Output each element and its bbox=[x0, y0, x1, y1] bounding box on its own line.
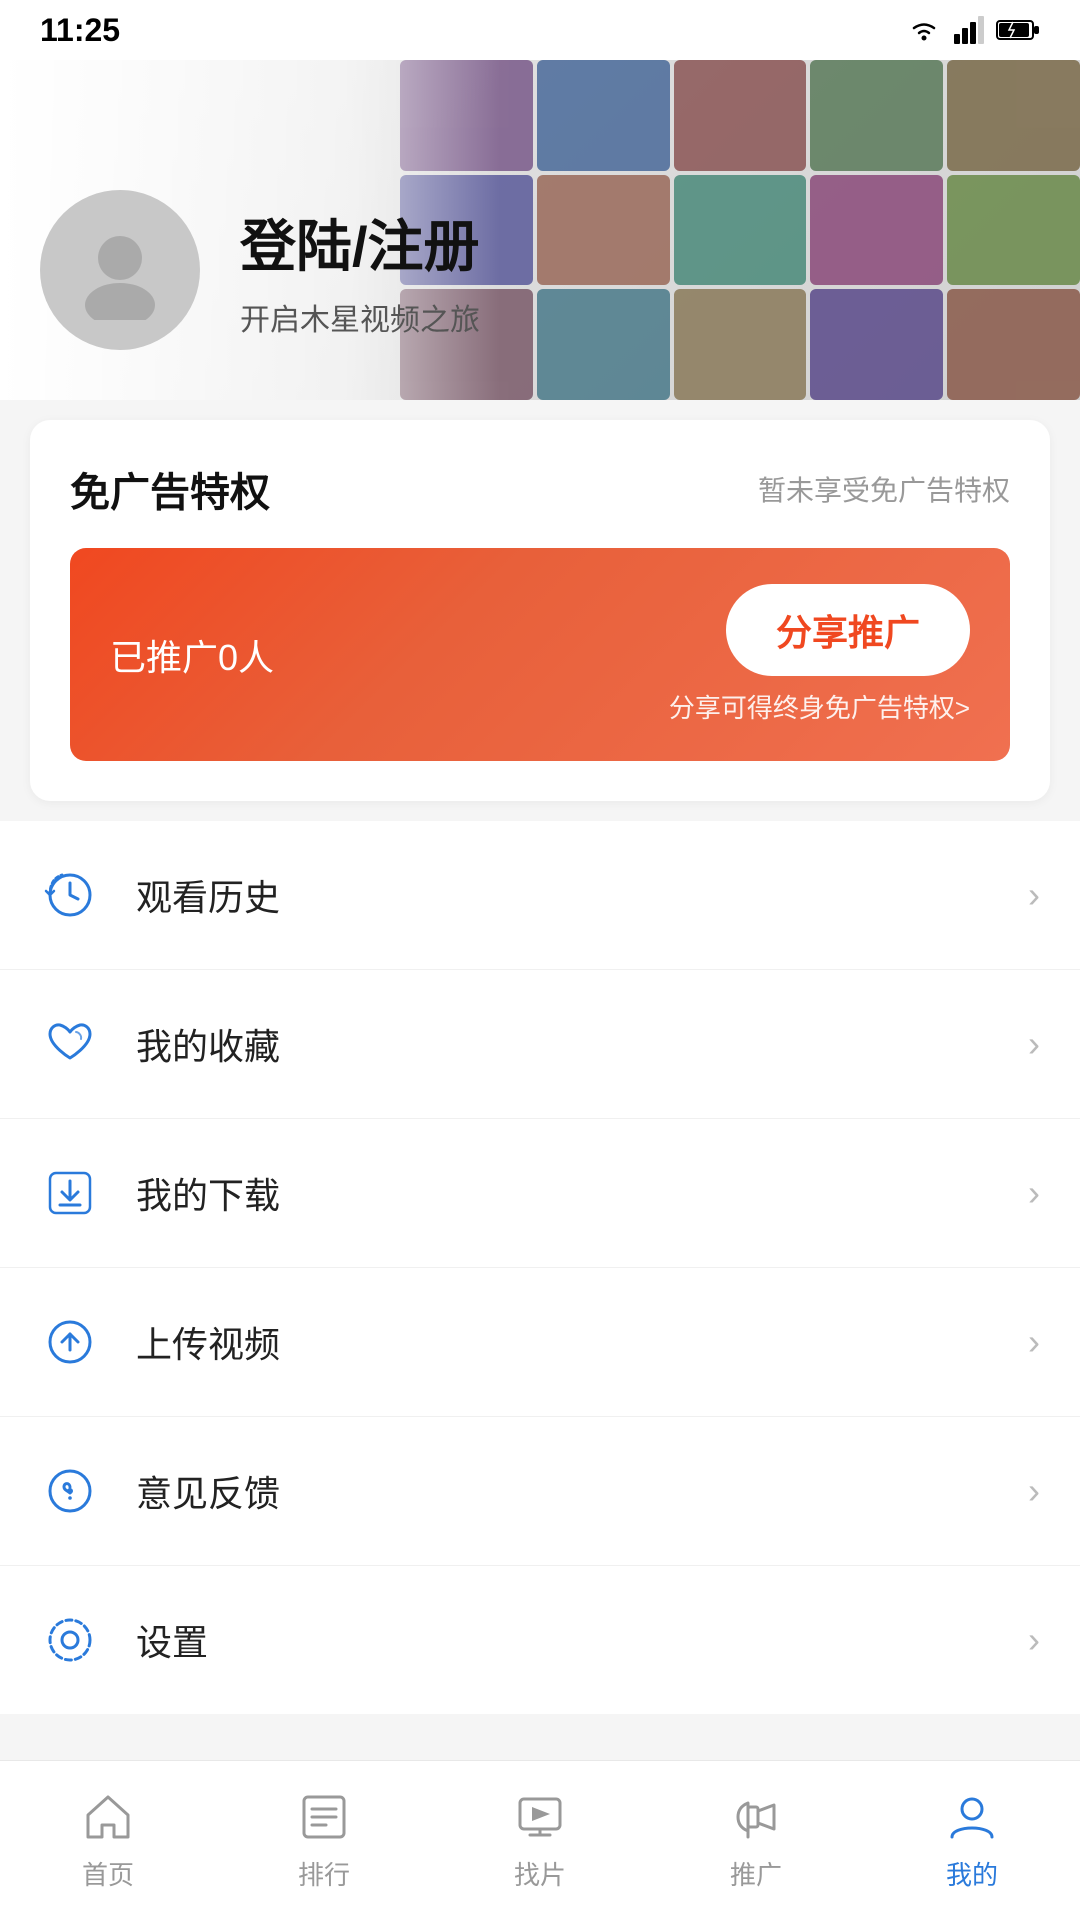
menu-item-settings[interactable]: 设置 › bbox=[0, 1566, 1080, 1714]
privilege-header: 免广告特权 暂未享受免广告特权 bbox=[70, 460, 1010, 518]
status-icons bbox=[906, 16, 1040, 44]
ranking-nav-icon bbox=[296, 1789, 352, 1845]
home-nav-icon bbox=[80, 1789, 136, 1845]
menu-item-history[interactable]: 观看历史 › bbox=[0, 821, 1080, 970]
chevron-feedback: › bbox=[1028, 1470, 1040, 1512]
menu-label-history: 观看历史 bbox=[136, 869, 1028, 921]
chevron-favorites: › bbox=[1028, 1023, 1040, 1065]
upload-icon bbox=[40, 1312, 100, 1372]
promote-nav-icon bbox=[728, 1789, 784, 1845]
avatar[interactable] bbox=[40, 190, 200, 350]
menu-item-download[interactable]: 我的下载 › bbox=[0, 1119, 1080, 1268]
privilege-status: 暂未享受免广告特权 bbox=[758, 469, 1010, 509]
nav-item-find[interactable]: 找片 bbox=[432, 1779, 648, 1902]
find-nav-icon bbox=[512, 1789, 568, 1845]
chevron-history: › bbox=[1028, 874, 1040, 916]
signal-icon bbox=[954, 16, 984, 44]
chevron-upload: › bbox=[1028, 1321, 1040, 1363]
menu-label-download: 我的下载 bbox=[136, 1167, 1028, 1219]
nav-item-ranking[interactable]: 排行 bbox=[216, 1779, 432, 1902]
menu-label-favorites: 我的收藏 bbox=[136, 1018, 1028, 1070]
promoted-count: 已推广0人 bbox=[110, 629, 274, 681]
header-section: 登陆/注册 开启木星视频之旅 bbox=[0, 60, 1080, 400]
nav-item-promote[interactable]: 推广 bbox=[648, 1779, 864, 1902]
nav-label-mine: 我的 bbox=[946, 1855, 998, 1892]
privilege-card: 免广告特权 暂未享受免广告特权 已推广0人 分享推广 分享可得终身免广告特权> bbox=[30, 420, 1050, 801]
login-subtitle: 开启木星视频之旅 bbox=[240, 295, 480, 339]
history-icon bbox=[40, 865, 100, 925]
battery-icon bbox=[996, 18, 1040, 42]
favorites-icon bbox=[40, 1014, 100, 1074]
user-info[interactable]: 登陆/注册 开启木星视频之旅 bbox=[40, 190, 480, 350]
status-time: 11:25 bbox=[40, 12, 120, 49]
nav-label-home: 首页 bbox=[82, 1855, 134, 1892]
nav-item-mine[interactable]: 我的 bbox=[864, 1779, 1080, 1902]
main-content: 登陆/注册 开启木星视频之旅 免广告特权 暂未享受免广告特权 已推广0人 分享推… bbox=[0, 60, 1080, 1760]
login-title: 登陆/注册 bbox=[240, 202, 480, 283]
nav-item-home[interactable]: 首页 bbox=[0, 1779, 216, 1902]
chevron-download: › bbox=[1028, 1172, 1040, 1214]
privilege-title: 免广告特权 bbox=[70, 460, 270, 518]
share-banner[interactable]: 已推广0人 分享推广 分享可得终身免广告特权> bbox=[70, 548, 1010, 761]
user-text-block: 登陆/注册 开启木星视频之旅 bbox=[240, 202, 480, 339]
menu-label-feedback: 意见反馈 bbox=[136, 1465, 1028, 1517]
share-hint: 分享可得终身免广告特权> bbox=[669, 688, 970, 725]
menu-item-upload[interactable]: 上传视频 › bbox=[0, 1268, 1080, 1417]
bottom-nav: 首页 排行 找片 bbox=[0, 1760, 1080, 1920]
feedback-icon bbox=[40, 1461, 100, 1521]
nav-label-promote: 推广 bbox=[730, 1855, 782, 1892]
poster-grid bbox=[400, 60, 1080, 400]
share-button[interactable]: 分享推广 bbox=[726, 584, 970, 676]
chevron-settings: › bbox=[1028, 1619, 1040, 1661]
menu-list: 观看历史 › 我的收藏 › bbox=[0, 821, 1080, 1714]
nav-label-ranking: 排行 bbox=[298, 1855, 350, 1892]
mine-nav-icon bbox=[944, 1789, 1000, 1845]
avatar-placeholder-icon bbox=[70, 220, 170, 320]
menu-item-feedback[interactable]: 意见反馈 › bbox=[0, 1417, 1080, 1566]
menu-label-settings: 设置 bbox=[136, 1614, 1028, 1666]
wifi-icon bbox=[906, 16, 942, 44]
nav-label-find: 找片 bbox=[514, 1855, 566, 1892]
share-right: 分享推广 分享可得终身免广告特权> bbox=[669, 584, 970, 725]
settings-icon bbox=[40, 1610, 100, 1670]
menu-label-upload: 上传视频 bbox=[136, 1316, 1028, 1368]
status-bar: 11:25 bbox=[0, 0, 1080, 60]
menu-item-favorites[interactable]: 我的收藏 › bbox=[0, 970, 1080, 1119]
download-icon bbox=[40, 1163, 100, 1223]
